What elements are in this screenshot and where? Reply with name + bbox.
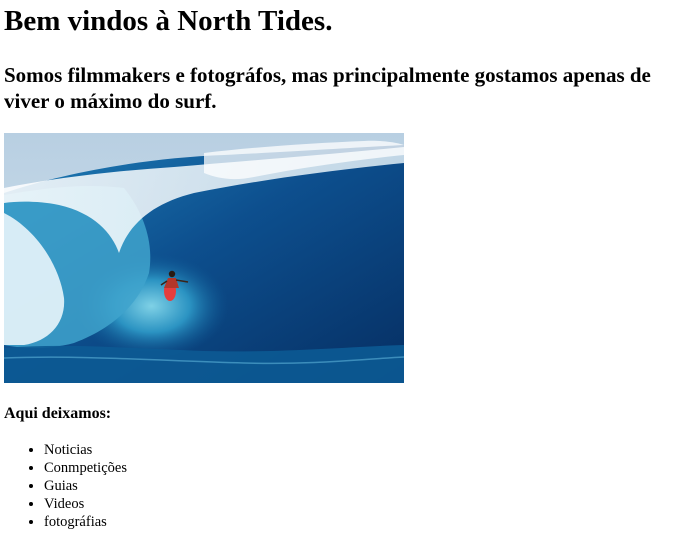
surf-wave-photo-icon [4,133,404,383]
list-item-guias: Guias [44,477,696,495]
content-list: Noticias Conmpetições Guias Videos fotog… [4,441,696,531]
list-item-videos: Videos [44,495,696,513]
hero-image [4,133,404,383]
section-heading: Aqui deixamos: [4,405,112,422]
page-content: Bem vindos à North Tides. Somos filmmake… [0,4,700,531]
page-title: Bem vindos à North Tides. [4,5,333,37]
list-item-competicoes: Conmpetições [44,459,696,477]
list-item-fotografias: fotográfias [44,513,696,531]
page-subtitle: Somos filmmakers e fotográfos, mas princ… [4,63,651,113]
list-item-noticias: Noticias [44,441,696,459]
